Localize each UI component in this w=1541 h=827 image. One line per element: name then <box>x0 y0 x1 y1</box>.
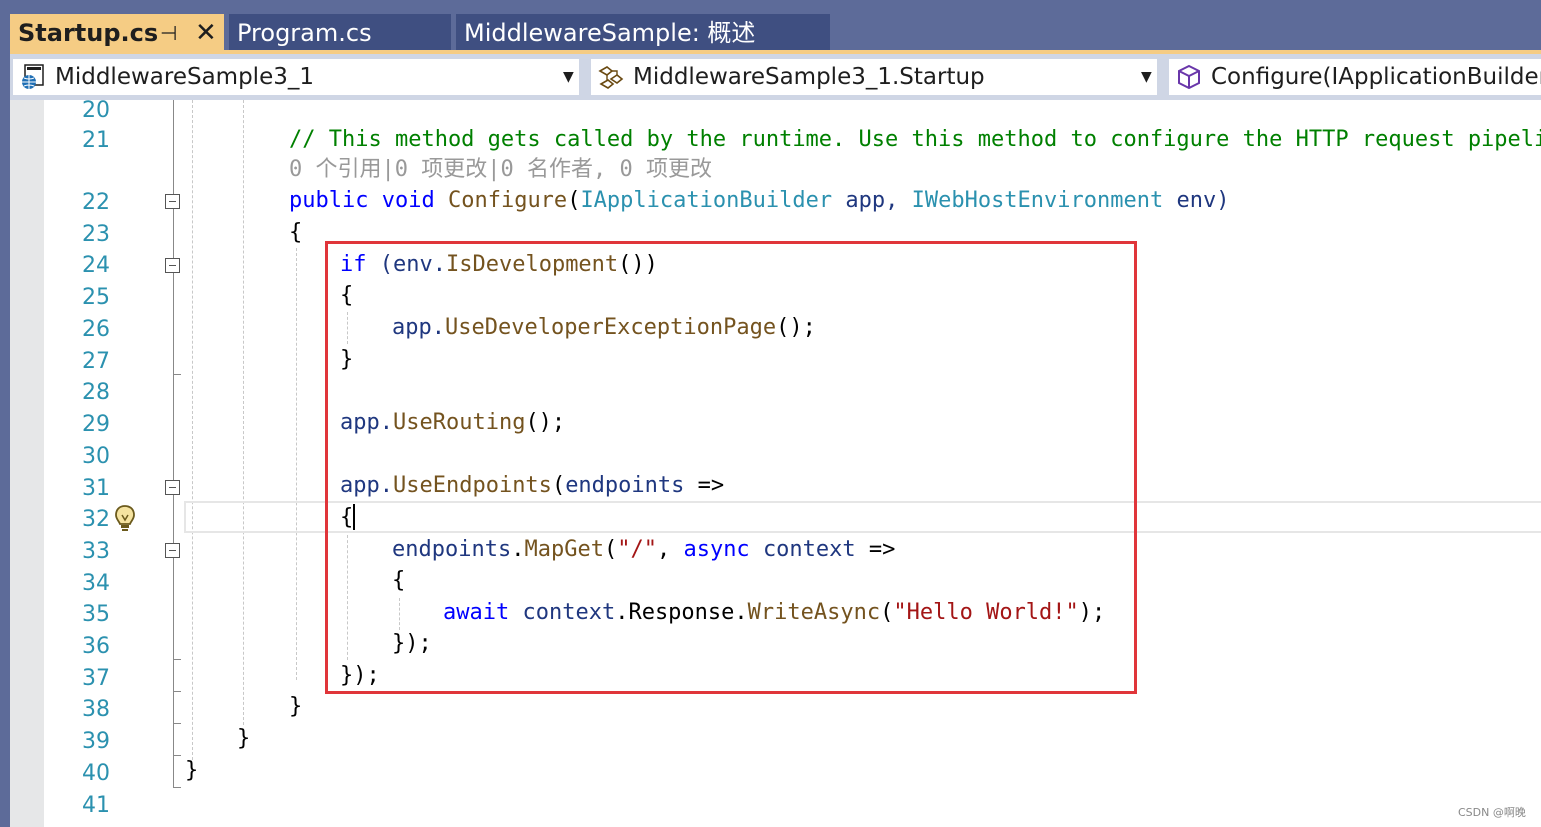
codelens-references[interactable]: 0 个引用|0 项更改|0 名作者, 0 项更改 <box>289 155 712 185</box>
line-number: 28 <box>82 380 110 405</box>
line-number: 23 <box>82 222 110 247</box>
collapse-toggle[interactable] <box>165 258 180 273</box>
line-number: 27 <box>82 349 110 374</box>
line-number: 26 <box>82 317 110 342</box>
line-number: 20 <box>82 98 110 123</box>
line-number: 22 <box>82 190 110 215</box>
member-label: Configure(IApplicationBuilder app, IWebH… <box>1211 64 1541 90</box>
code-line-39: } <box>237 726 251 751</box>
document-tab-bar: Startup.cs ⊣ ✕ Program.cs MiddlewareSamp… <box>10 0 1541 52</box>
indent-guide <box>243 100 244 725</box>
watermark: CSDN @啊晚 <box>1458 806 1526 819</box>
line-number: 40 <box>82 761 110 786</box>
line-number: 25 <box>82 285 110 310</box>
code-line-22: public void Configure(IApplicationBuilde… <box>289 188 1230 213</box>
tab-program-cs[interactable]: Program.cs <box>229 14 451 52</box>
line-number: 41 <box>82 793 110 818</box>
collapse-toggle[interactable] <box>165 543 180 558</box>
close-icon[interactable]: ✕ <box>195 14 217 52</box>
type-label: MiddlewareSample3_1.Startup <box>633 64 985 90</box>
member-dropdown[interactable]: Configure(IApplicationBuilder app, IWebH… <box>1168 58 1541 96</box>
chevron-down-icon: ▼ <box>563 69 574 85</box>
highlight-annotation-box <box>325 241 1137 694</box>
navigation-bar: MiddlewareSample3_1 ▼ MiddlewareSample3_… <box>10 54 1541 100</box>
indent-guide <box>192 100 193 760</box>
code-line-23: { <box>289 220 303 245</box>
line-number: 32 <box>82 507 110 532</box>
line-number: 24 <box>82 253 110 278</box>
indicator-margin <box>10 100 44 827</box>
line-number: 30 <box>82 444 110 469</box>
outline-tick <box>173 787 181 788</box>
tab-startup-cs[interactable]: Startup.cs ⊣ ✕ <box>10 14 224 52</box>
line-number: 34 <box>82 571 110 596</box>
project-label: MiddlewareSample3_1 <box>55 64 314 90</box>
tab-label: Program.cs <box>237 19 372 47</box>
pin-icon[interactable]: ⊣ <box>160 14 177 52</box>
line-number: 21 <box>82 128 110 153</box>
outline-tick <box>173 374 181 375</box>
line-number: 36 <box>82 634 110 659</box>
method-cube-icon <box>1178 64 1200 90</box>
code-line-21: // This method gets called by the runtim… <box>289 127 1541 152</box>
outline-tick <box>173 723 181 724</box>
line-number: 29 <box>82 412 110 437</box>
window-frame-left <box>0 0 10 827</box>
tab-label: Startup.cs <box>18 19 159 47</box>
collapse-toggle[interactable] <box>165 480 180 495</box>
lightbulb-icon[interactable] <box>114 504 136 534</box>
outline-tick <box>173 755 181 756</box>
line-number: 35 <box>82 602 110 627</box>
line-number: 31 <box>82 476 110 501</box>
tab-label: MiddlewareSample: 概述 <box>464 19 756 47</box>
indent-guide <box>296 248 297 680</box>
code-line-40: } <box>185 758 199 783</box>
project-dropdown[interactable]: MiddlewareSample3_1 ▼ <box>12 58 580 96</box>
csharp-project-icon <box>22 64 44 89</box>
tab-middleware-sample-overview[interactable]: MiddlewareSample: 概述 <box>456 14 830 52</box>
outline-tick <box>173 659 181 660</box>
code-line-38: } <box>289 694 303 719</box>
line-number: 37 <box>82 666 110 691</box>
collapse-toggle[interactable] <box>165 194 180 209</box>
chevron-down-icon: ▼ <box>1141 69 1152 85</box>
line-number: 39 <box>82 729 110 754</box>
line-number: 38 <box>82 697 110 722</box>
type-dropdown[interactable]: MiddlewareSample3_1.Startup ▼ <box>590 58 1158 96</box>
outline-tick <box>173 691 181 692</box>
class-icon <box>598 66 624 89</box>
line-number: 33 <box>82 539 110 564</box>
